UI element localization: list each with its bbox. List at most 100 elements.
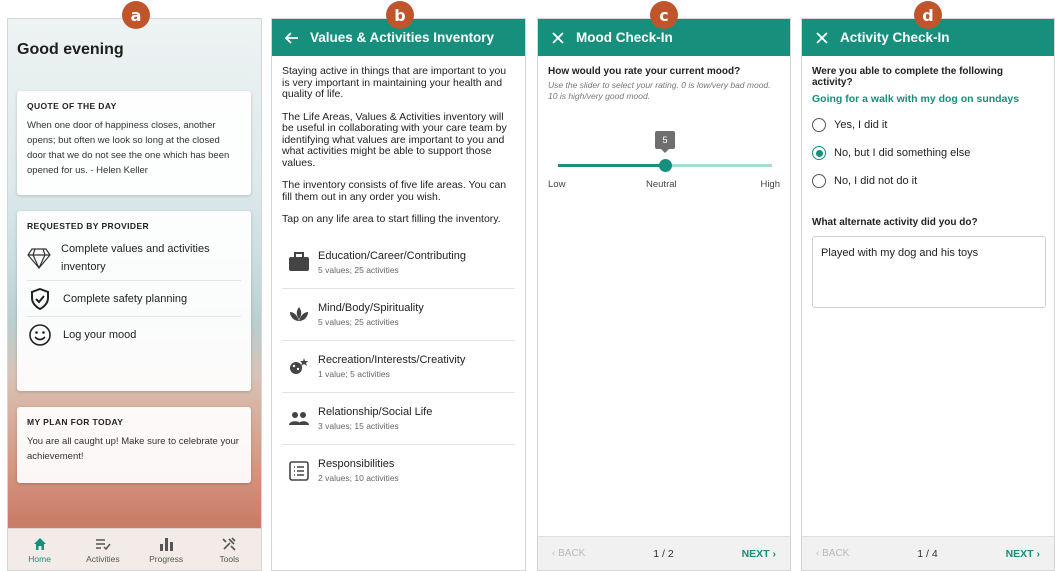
back-arrow-icon[interactable]: [284, 30, 300, 46]
next-button[interactable]: NEXT ›: [1006, 548, 1040, 560]
radio-button[interactable]: [812, 146, 826, 160]
inventory-title: Values & Activities Inventory: [310, 30, 495, 45]
mood-body: How would you rate your current mood? Us…: [538, 56, 790, 102]
nav-tools[interactable]: Tools: [204, 536, 254, 564]
activity-options: Yes, I did it No, but I did something el…: [812, 111, 1044, 195]
activity-body: Were you able to complete the following …: [802, 56, 1054, 308]
nav-label: Tools: [219, 553, 240, 564]
plan-text: You are all caught up! Make sure to cele…: [27, 436, 239, 462]
scale-low-label: Low: [548, 179, 566, 190]
nav-progress[interactable]: Progress: [141, 536, 191, 564]
intro-paragraph: The Life Areas, Values & Activities inve…: [282, 110, 507, 169]
panel-badge-b: b: [386, 1, 414, 29]
panel-badge-a: a: [122, 1, 150, 29]
requested-card-title: REQUESTED BY PROVIDER: [27, 221, 150, 231]
requested-card: REQUESTED BY PROVIDER Complete values an…: [17, 211, 251, 391]
intro-paragraph: Tap on any life area to start filling th…: [282, 213, 501, 225]
scale-high-label: High: [760, 179, 780, 190]
life-area-relationship[interactable]: Relationship/Social Life 3 values; 15 ac…: [282, 393, 515, 445]
smiley-icon: [27, 322, 53, 348]
life-area-responsibilities[interactable]: Responsibilities 2 values; 10 activities: [282, 445, 515, 497]
radio-button[interactable]: [812, 118, 826, 132]
life-area-count: 3 values; 15 activities: [318, 420, 399, 431]
lotus-icon: [282, 305, 316, 323]
task-label: Complete values and activities inventory: [61, 242, 210, 273]
task-label: Log your mood: [63, 329, 137, 341]
quote-card: QUOTE OF THE DAY When one door of happin…: [17, 91, 251, 195]
life-area-name: Responsibilities: [318, 458, 395, 470]
task-label: Complete safety planning: [63, 292, 188, 305]
back-button[interactable]: ‹ BACK: [552, 548, 585, 559]
task-safety-planning[interactable]: Complete safety planning: [27, 281, 241, 317]
nav-activities[interactable]: Activities: [78, 536, 128, 564]
activity-name: Going for a walk with my dog on sundays: [812, 93, 1020, 105]
mood-slider[interactable]: [558, 159, 772, 172]
task-log-mood[interactable]: Log your mood: [27, 317, 241, 353]
mood-question: How would you rate your current mood?: [548, 66, 741, 77]
scale-mid-label: Neutral: [646, 179, 677, 190]
greeting-title: Good evening: [17, 41, 124, 58]
checklist-icon: [95, 538, 111, 550]
task-values-inventory[interactable]: Complete values and activities inventory: [27, 235, 241, 281]
intro-paragraph: Staying active in things that are import…: [282, 65, 507, 100]
life-area-count: 5 values; 25 activities: [318, 316, 399, 327]
nav-label: Home: [28, 553, 51, 564]
inventory-body: Staying active in things that are import…: [272, 56, 525, 497]
slider-value-label: 5: [655, 131, 675, 153]
alternate-question: What alternate activity did you do?: [812, 217, 978, 228]
panel-badge-d: d: [914, 1, 942, 29]
option-label: No, but I did something else: [834, 147, 971, 159]
activity-question: Were you able to complete the following …: [812, 66, 1003, 88]
radio-button[interactable]: [812, 174, 826, 188]
home-icon: [33, 537, 46, 550]
life-area-count: 5 values; 25 activities: [318, 264, 399, 275]
option-label: No, I did not do it: [834, 175, 918, 187]
nav-label: Activities: [86, 553, 120, 564]
life-area-list: Education/Career/Contributing 5 values; …: [282, 237, 515, 497]
mood-checkin-screen: Mood Check-In How would you rate your cu…: [537, 18, 791, 571]
mood-title: Mood Check-In: [576, 30, 673, 45]
inventory-screen: Values & Activities Inventory Staying ac…: [271, 18, 526, 571]
alternate-activity-input[interactable]: Played with my dog and his toys: [812, 236, 1046, 308]
life-area-mind-body[interactable]: Mind/Body/Spirituality 5 values; 25 acti…: [282, 289, 515, 341]
close-icon[interactable]: [550, 30, 566, 46]
close-icon[interactable]: [814, 30, 830, 46]
diamond-icon: [27, 245, 51, 271]
shield-check-icon: [27, 286, 53, 312]
back-button[interactable]: ‹ BACK: [816, 548, 849, 559]
mood-hint: Use the slider to select your rating. 0 …: [548, 80, 771, 101]
option-something-else[interactable]: No, but I did something else: [812, 139, 1044, 167]
list-icon: [282, 460, 316, 481]
life-area-count: 2 values; 10 activities: [318, 473, 399, 483]
home-screen: Good evening QUOTE OF THE DAY When one d…: [7, 18, 262, 571]
intro-paragraph: The inventory consists of five life area…: [282, 179, 507, 203]
plan-card: MY PLAN FOR TODAY You are all caught up!…: [17, 407, 251, 483]
activity-title: Activity Check-In: [840, 30, 950, 45]
next-button[interactable]: NEXT ›: [742, 548, 776, 560]
option-yes[interactable]: Yes, I did it: [812, 111, 1044, 139]
slider-fill: [558, 164, 665, 167]
activity-footer: ‹ BACK 1 / 4 NEXT ›: [802, 536, 1054, 570]
life-area-education[interactable]: Education/Career/Contributing 5 values; …: [282, 237, 515, 289]
life-area-name: Mind/Body/Spirituality: [318, 301, 424, 314]
life-area-name: Education/Career/Contributing: [318, 249, 466, 262]
quote-text: When one door of happiness closes, anoth…: [27, 120, 230, 176]
option-label: Yes, I did it: [834, 119, 888, 131]
slider-thumb[interactable]: [659, 159, 672, 172]
quote-card-title: QUOTE OF THE DAY: [27, 101, 117, 111]
page-indicator: 1 / 2: [653, 547, 674, 560]
palette-icon: [282, 356, 316, 376]
life-area-name: Recreation/Interests/Creativity: [318, 353, 466, 366]
life-area-recreation[interactable]: Recreation/Interests/Creativity 1 value;…: [282, 341, 515, 393]
nav-label: Progress: [149, 553, 184, 564]
tools-icon: [222, 536, 236, 551]
bottom-navigation: Home Activities Progress Tools: [8, 528, 261, 570]
briefcase-icon: [282, 252, 316, 272]
panel-badge-c: c: [650, 1, 678, 29]
life-area-name: Relationship/Social Life: [318, 405, 433, 418]
mood-footer: ‹ BACK 1 / 2 NEXT ›: [538, 536, 790, 570]
nav-home[interactable]: Home: [15, 536, 65, 564]
page-indicator: 1 / 4: [917, 547, 938, 560]
bar-chart-icon: [160, 537, 174, 551]
option-did-not[interactable]: No, I did not do it: [812, 167, 1044, 195]
